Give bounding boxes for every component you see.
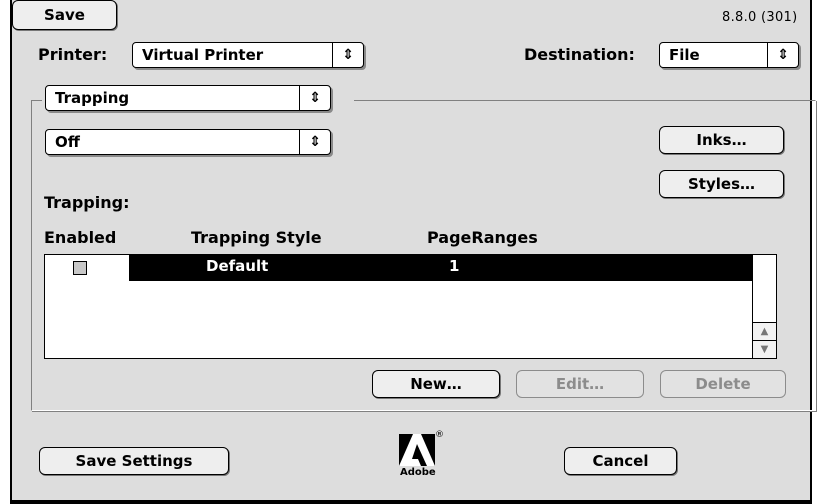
adobe-logo-text: Adobe bbox=[400, 467, 436, 478]
trapping-caption: Trapping: bbox=[44, 193, 130, 212]
enabled-checkbox[interactable] bbox=[73, 261, 87, 275]
destination-label: Destination: bbox=[524, 45, 635, 64]
list-scrollbar[interactable]: ▲ ▼ bbox=[752, 255, 776, 358]
trapping-mode-value: Off bbox=[55, 133, 80, 151]
save-button-default-ring: Save bbox=[12, 0, 129, 42]
destination-popup-value: File bbox=[669, 46, 700, 64]
column-header-pageranges: PageRanges bbox=[427, 228, 538, 247]
panel-selector-value: Trapping bbox=[55, 89, 130, 107]
printer-label: Printer: bbox=[38, 45, 108, 64]
adobe-logo: ® Adobe bbox=[397, 430, 447, 480]
trapping-list[interactable]: Default 1 ▲ ▼ bbox=[44, 254, 777, 359]
new-button[interactable]: New… bbox=[372, 370, 500, 398]
registered-mark: ® bbox=[435, 430, 444, 440]
row-pages-cell: 1 bbox=[449, 257, 460, 275]
cancel-button[interactable]: Cancel bbox=[564, 447, 677, 475]
column-header-trapping-style: Trapping Style bbox=[191, 228, 322, 247]
row-style-cell: Default bbox=[206, 257, 269, 275]
table-row[interactable]: Default 1 bbox=[45, 255, 753, 281]
styles-button[interactable]: Styles… bbox=[659, 170, 784, 198]
updown-arrows-icon: ⇕ bbox=[767, 43, 798, 67]
printer-popup[interactable]: Virtual Printer ⇕ bbox=[132, 42, 364, 68]
scroll-up-arrow-icon[interactable]: ▲ bbox=[753, 322, 776, 340]
column-header-enabled: Enabled bbox=[44, 228, 117, 247]
delete-button[interactable]: Delete bbox=[660, 370, 786, 398]
scroll-down-arrow-icon[interactable]: ▼ bbox=[753, 340, 776, 358]
inks-button[interactable]: Inks… bbox=[659, 126, 784, 154]
save-button[interactable]: Save bbox=[12, 0, 117, 30]
printer-popup-value: Virtual Printer bbox=[142, 46, 264, 64]
version-label: 8.8.0 (301) bbox=[722, 10, 798, 25]
save-settings-button[interactable]: Save Settings bbox=[39, 447, 229, 475]
updown-arrows-icon: ⇕ bbox=[332, 43, 363, 67]
destination-popup[interactable]: File ⇕ bbox=[659, 42, 799, 68]
edit-button[interactable]: Edit… bbox=[516, 370, 644, 398]
print-dialog: 8.8.0 (301) Printer: Virtual Printer ⇕ D… bbox=[10, 0, 817, 504]
panel-selector-popup[interactable]: Trapping ⇕ bbox=[45, 85, 331, 111]
updown-arrows-icon: ⇕ bbox=[299, 86, 330, 110]
updown-arrows-icon: ⇕ bbox=[299, 130, 330, 154]
trapping-mode-popup[interactable]: Off ⇕ bbox=[45, 129, 331, 155]
